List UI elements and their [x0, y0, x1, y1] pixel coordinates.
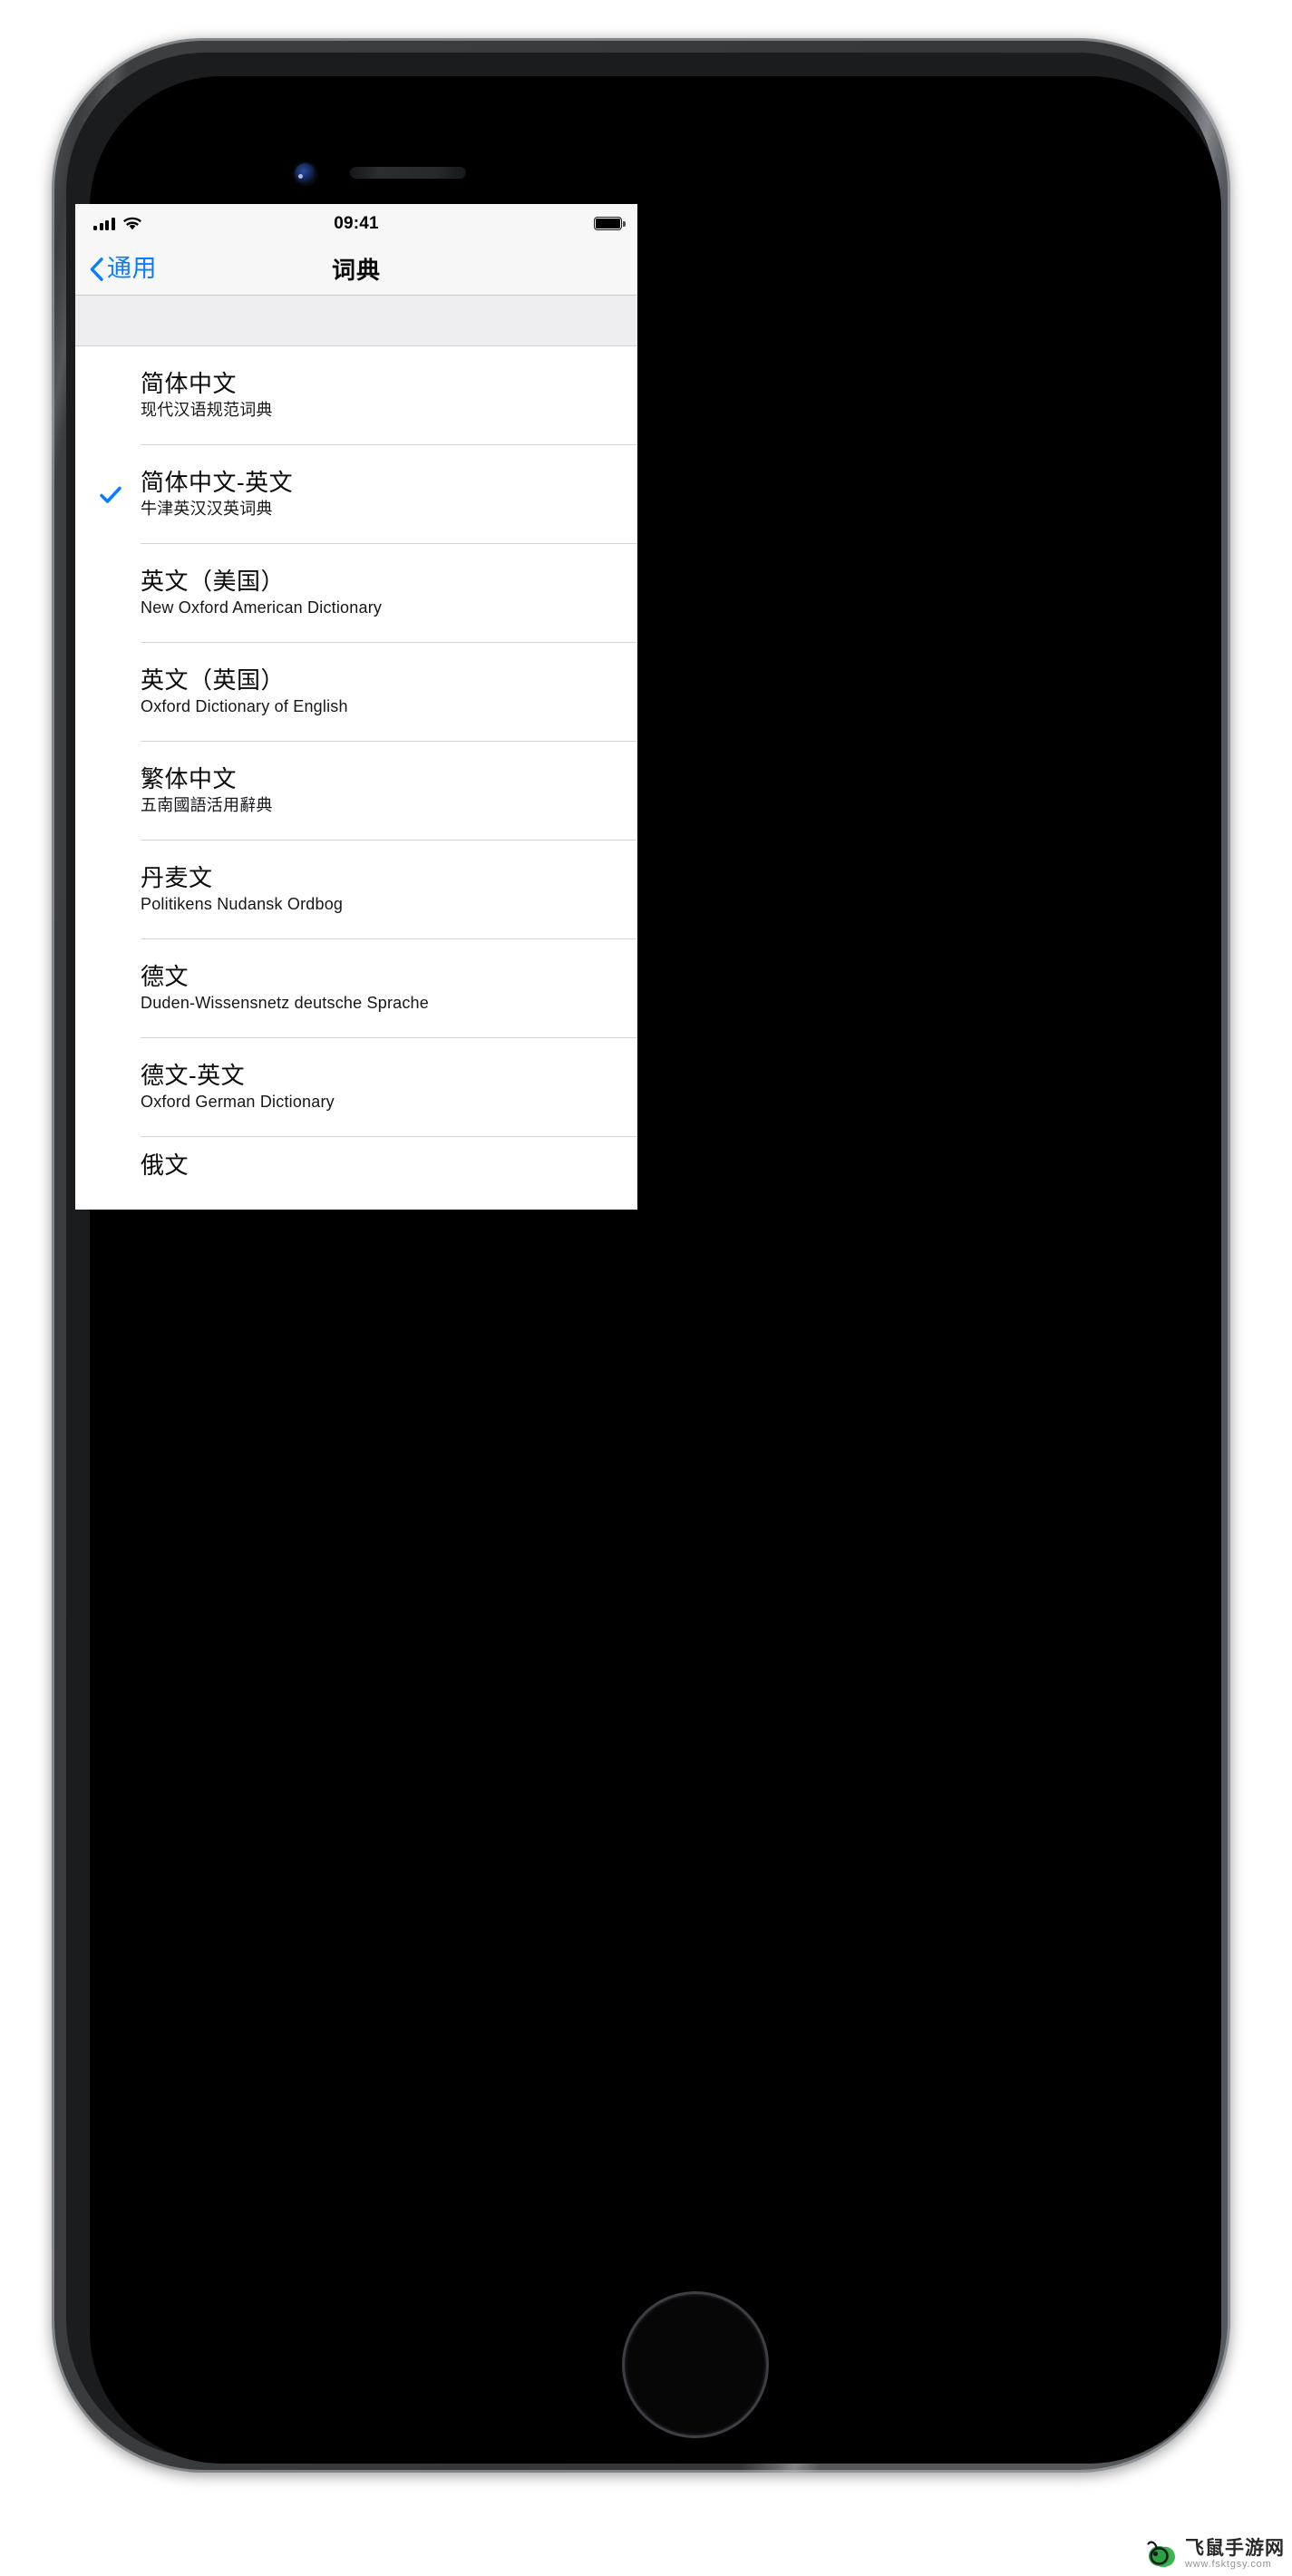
list-item-title: 德文 [141, 962, 189, 990]
list-item[interactable]: 简体中文现代汉语规范词典 [75, 346, 637, 445]
chevron-left-icon [90, 257, 103, 281]
section-header [75, 296, 637, 346]
screenshot-canvas: 09:41 通用 词典 简体中文 现代汉语规范词典 简体中文-英文 牛津英汉汉英… [0, 0, 1292, 2576]
front-camera-icon [295, 163, 316, 184]
list-item-subtitle: Duden-Wissensnetz deutsche Sprache [141, 994, 429, 1013]
battery-full-icon [594, 217, 626, 230]
watermark-text: 飞鼠手游网 www.fsktgsy.com [1185, 2539, 1285, 2570]
checkmark-icon [99, 483, 122, 507]
list-item[interactable]: 德文 Duden-Wissensnetz deutsche Sprache [75, 939, 637, 1038]
list-item-text: 英文（英国） Oxford Dictionary of English [141, 666, 348, 716]
list-item-text: 简体中文现代汉语规范词典 [141, 369, 273, 420]
list-item-title: 英文（英国） [141, 666, 286, 694]
list-item-text: 英文（美国） New Oxford American Dictionary [141, 569, 382, 617]
list-item[interactable]: 英文（英国） Oxford Dictionary of English [75, 643, 637, 742]
list-item-subtitle: New Oxford American Dictionary [141, 598, 383, 617]
list-item[interactable]: 英文（美国） New Oxford American Dictionary [75, 544, 637, 643]
list-item-title: 俄文 [141, 1152, 189, 1179]
list-item-text: 繁体中文五南國語活用辭典 [141, 764, 273, 815]
back-button[interactable]: 通用 [90, 257, 157, 281]
list-item-subtitle: 现代汉语规范词典 [141, 401, 273, 420]
list-item-text: 德文 Duden-Wissensnetz deutsche Sprache [141, 962, 429, 1013]
list-item-title: 繁体中文 [141, 764, 238, 792]
navigation-bar: 通用 词典 [75, 243, 637, 296]
page-title: 词典 [331, 257, 381, 284]
phone-screen: 09:41 通用 词典 简体中文 现代汉语规范词典 简体中文-英文 牛津英汉汉英… [75, 204, 637, 1210]
watermark-url: www.fsktgsy.com [1185, 2559, 1272, 2570]
list-item-text: 丹麦文 Politikens Nudansk Ordbog [141, 863, 344, 914]
list-item-title: 丹麦文 [141, 863, 213, 891]
watermark-brand: 飞鼠手游网 [1185, 2538, 1285, 2559]
list-item-title: 简体中文-英文 [141, 468, 294, 496]
list-item-text: 俄文 [141, 1152, 189, 1179]
back-button-label: 通用 [107, 255, 157, 282]
list-item-title: 英文（美国） [141, 567, 286, 595]
earpiece-speaker-icon [350, 167, 466, 179]
dictionary-list: 简体中文现代汉语规范词典简体中文-英文牛津英汉汉英词典英文（美国） New Oxf… [75, 346, 637, 1195]
list-item-text: 简体中文-英文牛津英汉汉英词典 [141, 468, 294, 519]
status-bar-right [594, 217, 626, 230]
list-item[interactable]: 丹麦文 Politikens Nudansk Ordbog [75, 841, 637, 939]
list-item-title: 简体中文 [141, 369, 238, 397]
mouse-icon [1144, 2538, 1179, 2571]
list-item[interactable]: 德文-英文 Oxford German Dictionary [75, 1038, 637, 1137]
list-item-subtitle: Oxford German Dictionary [141, 1093, 335, 1112]
list-item-subtitle: Oxford Dictionary of English [141, 697, 348, 716]
list-item[interactable]: 俄文 [75, 1137, 637, 1195]
list-item-title: 德文-英文 [141, 1061, 246, 1089]
list-item-subtitle: 牛津英汉汉英词典 [141, 500, 273, 519]
site-watermark: 飞鼠手游网 www.fsktgsy.com [1144, 2538, 1285, 2571]
list-item-subtitle: 五南國語活用辭典 [141, 796, 273, 815]
list-item[interactable]: 繁体中文五南國語活用辭典 [75, 742, 637, 841]
status-bar-clock: 09:41 [334, 213, 379, 233]
home-button[interactable] [622, 2291, 769, 2438]
status-bar: 09:41 [75, 204, 637, 243]
list-item-text: 德文-英文 Oxford German Dictionary [141, 1061, 335, 1112]
list-item-subtitle: Politikens Nudansk Ordbog [141, 895, 344, 914]
list-item[interactable]: 简体中文-英文牛津英汉汉英词典 [75, 445, 637, 544]
